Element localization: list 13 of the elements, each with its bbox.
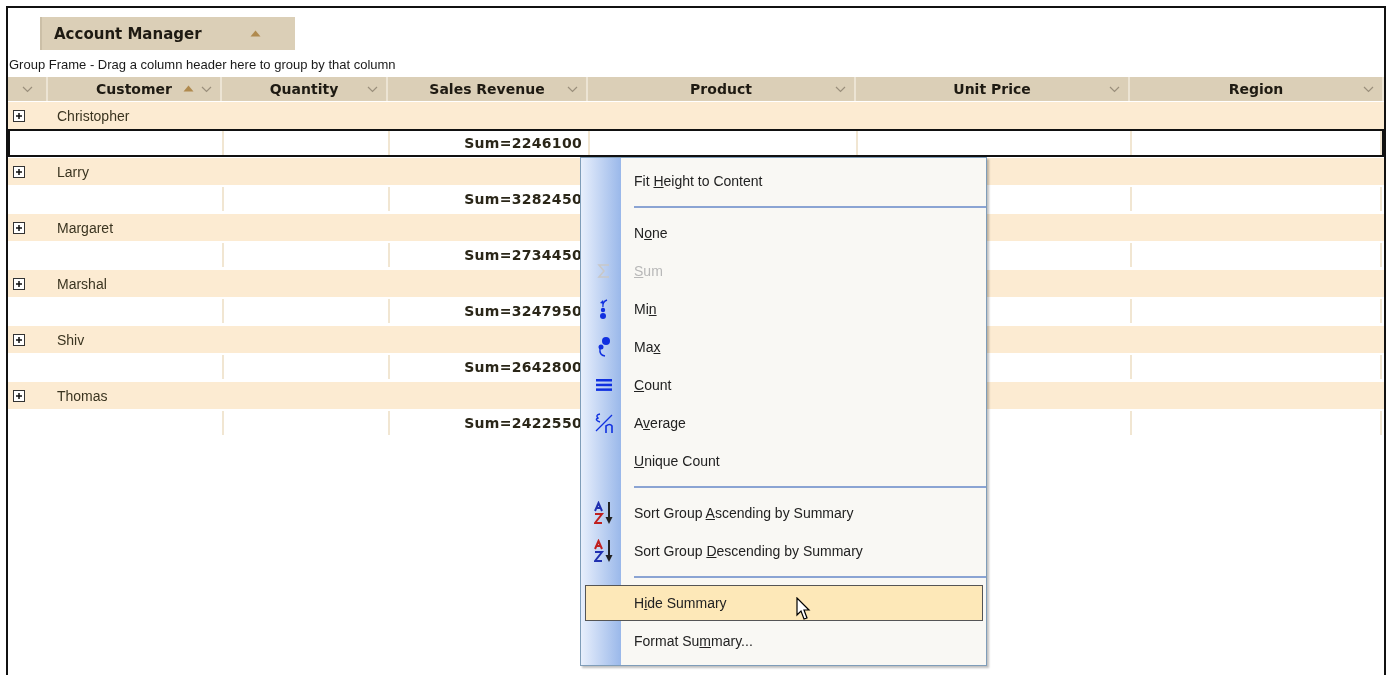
- group-name: Shiv: [57, 331, 85, 348]
- summary-value: Sum=2734450: [464, 247, 582, 263]
- summary-value: Sum=2642800: [464, 359, 582, 375]
- group-name: Larry: [57, 163, 89, 180]
- summary-value: Sum=3247950: [464, 303, 582, 319]
- group-name: Margaret: [57, 219, 114, 236]
- group-name: Marshal: [57, 275, 107, 292]
- summary-value: Sum=3282450: [464, 191, 582, 207]
- group-frame-hint: Group Frame - Drag a column header here to group by that column: [8, 56, 397, 74]
- group-name: Thomas: [57, 387, 108, 404]
- summary-value: Sum=2422550: [464, 415, 582, 431]
- group-name: Christopher: [57, 107, 130, 124]
- summary-value: Sum=2246100: [464, 135, 582, 151]
